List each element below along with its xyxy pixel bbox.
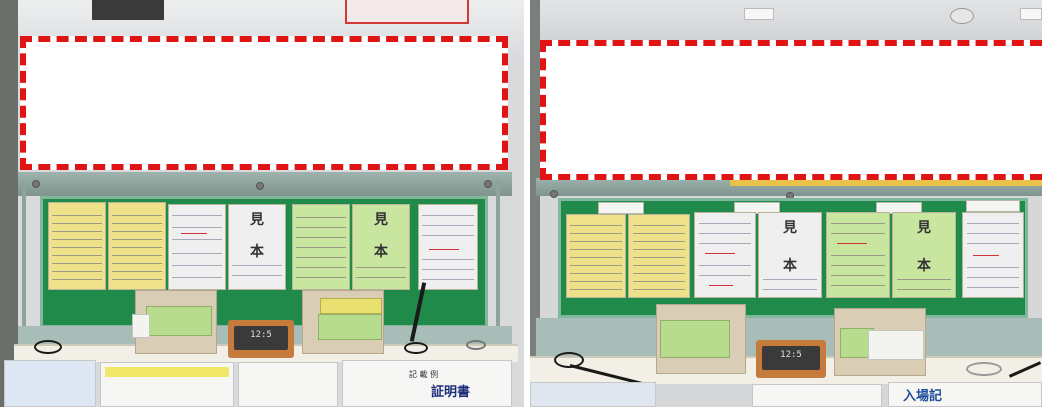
form-stack[interactable] (320, 298, 382, 314)
notice-sheet (48, 202, 106, 290)
wall-panel (92, 0, 164, 20)
clock-time: 12:5 (250, 330, 272, 340)
board-label (966, 200, 1020, 212)
redaction-box (540, 40, 1042, 180)
pen-holder (466, 340, 486, 350)
sample-glyph: 見 (250, 212, 264, 228)
redaction-box (20, 36, 508, 170)
desk-clock: 12:5 (756, 340, 826, 378)
glass-frame-top (18, 172, 512, 196)
screw (550, 190, 558, 198)
notice-sheet (962, 212, 1024, 298)
form-stack[interactable] (146, 306, 212, 336)
notice-board: 見 本 見 本 (558, 198, 1028, 318)
ceiling-light (744, 8, 774, 20)
desk-clock: 12:5 (228, 320, 294, 358)
sample-glyph: 本 (250, 244, 264, 260)
sample-glyph: 本 (783, 258, 797, 274)
pen-cable (34, 340, 62, 354)
notice-sheet (418, 204, 478, 290)
pen-holder (966, 362, 1002, 376)
desk-paper-title: 証明書 (431, 385, 471, 400)
highlight-band (105, 367, 229, 377)
notice-sheet (168, 204, 226, 290)
form-stack[interactable] (868, 330, 924, 360)
sample-glyph: 本 (374, 244, 388, 260)
notice-sheet-sample: 見 本 (352, 204, 410, 290)
notice-sheet (826, 212, 890, 298)
notice-sheet (694, 212, 756, 298)
desk-paper-heading: 記 載 例 (409, 370, 439, 379)
sample-glyph: 本 (917, 258, 931, 274)
form-stack[interactable] (660, 320, 730, 358)
notice-sheet-sample: 見 本 (758, 212, 822, 298)
sample-glyph: 見 (783, 220, 797, 236)
pen-cable (404, 342, 428, 354)
form-stack[interactable] (132, 314, 150, 338)
desk-paper (100, 362, 234, 407)
sample-glyph: 見 (917, 220, 931, 236)
notice-sheet (566, 214, 626, 298)
notice-sheet-sample: 見 本 (228, 204, 286, 290)
sample-glyph: 見 (374, 212, 388, 228)
clock-display: 12:5 (762, 346, 820, 370)
screw (256, 182, 264, 190)
clock-display: 12:5 (234, 326, 288, 350)
notice-sheet (108, 202, 166, 290)
desk-paper (4, 360, 96, 407)
desk-paper (752, 384, 882, 407)
ceiling-fixture (950, 8, 974, 24)
notice-sheet (628, 214, 690, 298)
board-label (598, 202, 644, 214)
right-photo: 見 本 見 本 12:5 入場記 (530, 0, 1042, 407)
notice-sheet (292, 204, 350, 290)
glass-frame-post (496, 180, 500, 340)
glass-frame-post (22, 180, 26, 340)
desk-paper: 入場記 (888, 382, 1042, 407)
desk-paper: 記 載 例 証明書 (342, 360, 512, 407)
notice-sheet-sample: 見 本 (892, 212, 956, 298)
form-stack[interactable] (318, 314, 382, 340)
screw (32, 180, 40, 188)
desk-paper (530, 382, 656, 407)
left-photo: 見 本 見 本 12:5 記 載 例 証明書 (0, 0, 524, 407)
ceiling-light (1020, 8, 1042, 20)
screw (484, 180, 492, 188)
desk-paper-title: 入場記 (903, 389, 943, 404)
wall-sign (345, 0, 469, 24)
clock-time: 12:5 (780, 350, 802, 360)
desk-paper (238, 362, 338, 407)
